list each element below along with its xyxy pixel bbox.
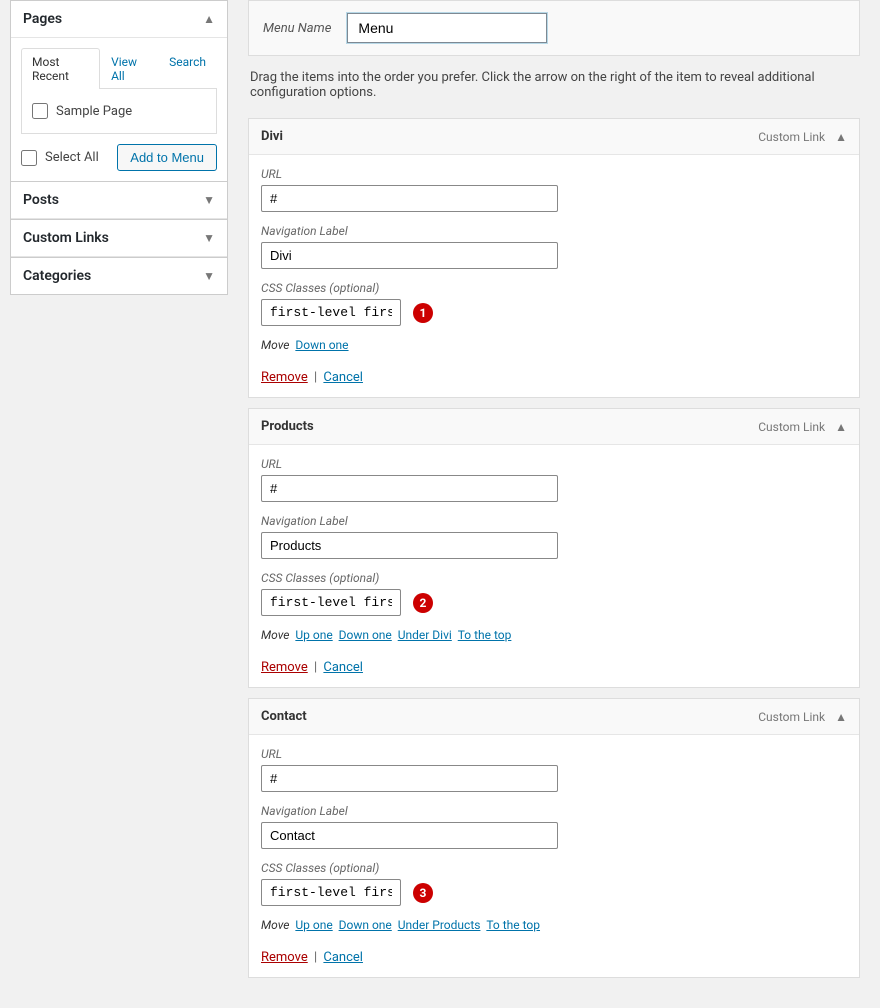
chevron-up-icon: ▲	[835, 130, 847, 144]
menu-item: Products Custom Link ▲ URL Navigation La…	[248, 408, 860, 688]
sidebar-panel-custom-links-title: Custom Links	[23, 230, 109, 246]
menu-item-title: Contact	[261, 709, 307, 724]
nav-label-label: Navigation Label	[261, 514, 847, 528]
separator: |	[314, 660, 317, 675]
css-classes-input[interactable]	[261, 879, 401, 906]
menu-name-input[interactable]	[347, 13, 547, 43]
separator: |	[314, 370, 317, 385]
move-label: Move	[261, 918, 289, 932]
cancel-link[interactable]: Cancel	[323, 950, 363, 965]
nav-label-input[interactable]	[261, 242, 558, 269]
move-row: Move Up one Down one Under Divi To the t…	[261, 628, 847, 642]
cancel-link[interactable]: Cancel	[323, 660, 363, 675]
url-input[interactable]	[261, 475, 558, 502]
tab-search[interactable]: Search	[158, 48, 217, 89]
tab-most-recent[interactable]: Most Recent	[21, 48, 100, 89]
move-link[interactable]: Down one	[295, 338, 348, 352]
sidebar-panel-categories-title: Categories	[23, 268, 91, 284]
css-classes-label: CSS Classes (optional)	[261, 571, 847, 585]
move-label: Move	[261, 338, 289, 352]
remove-link[interactable]: Remove	[261, 370, 308, 385]
menu-item: Contact Custom Link ▲ URL Navigation Lab…	[248, 698, 860, 978]
sidebar-panel-categories: Categories ▼	[10, 258, 228, 295]
menu-item-type: Custom Link	[758, 420, 825, 434]
move-link[interactable]: To the top	[458, 628, 512, 642]
pages-tabs: Most Recent View All Search	[21, 48, 217, 89]
sidebar-panel-posts-head[interactable]: Posts ▼	[11, 182, 227, 219]
move-link[interactable]: Down one	[339, 628, 392, 642]
menu-item-head[interactable]: Contact Custom Link ▲	[249, 699, 859, 735]
css-classes-label: CSS Classes (optional)	[261, 281, 847, 295]
instruction-text: Drag the items into the order you prefer…	[250, 70, 858, 100]
select-all-label: Select All	[45, 150, 99, 165]
move-row: Move Up one Down one Under Products To t…	[261, 918, 847, 932]
url-label: URL	[261, 167, 847, 181]
sidebar-panel-custom-links: Custom Links ▼	[10, 220, 228, 258]
remove-link[interactable]: Remove	[261, 950, 308, 965]
page-item-sample-label: Sample Page	[56, 104, 132, 119]
sidebar-panel-categories-head[interactable]: Categories ▼	[11, 258, 227, 294]
menu-item-head[interactable]: Products Custom Link ▲	[249, 409, 859, 445]
move-link[interactable]: Under Divi	[398, 628, 452, 642]
sidebar-panel-pages-head[interactable]: Pages ▲	[11, 1, 227, 38]
cancel-link[interactable]: Cancel	[323, 370, 363, 385]
annotation-badge: 1	[413, 303, 433, 323]
chevron-up-icon: ▲	[835, 420, 847, 434]
nav-label-label: Navigation Label	[261, 804, 847, 818]
chevron-down-icon: ▼	[203, 269, 215, 283]
select-all-check[interactable]	[21, 150, 37, 166]
menu-name-row: Menu Name	[248, 0, 860, 56]
menu-item: Divi Custom Link ▲ URL Navigation Label …	[248, 118, 860, 398]
menu-item-type: Custom Link	[758, 710, 825, 724]
pages-tab-body: Sample Page	[21, 89, 217, 134]
menu-item-type: Custom Link	[758, 130, 825, 144]
annotation-badge: 3	[413, 883, 433, 903]
sidebar-panel-custom-links-head[interactable]: Custom Links ▼	[11, 220, 227, 257]
nav-label-input[interactable]	[261, 822, 558, 849]
move-link[interactable]: Up one	[295, 918, 332, 932]
move-link[interactable]: Under Products	[398, 918, 481, 932]
sidebar-panel-pages-title: Pages	[23, 11, 62, 27]
menu-name-label: Menu Name	[263, 21, 331, 36]
chevron-up-icon: ▲	[203, 12, 215, 26]
sidebar-panel-pages: Pages ▲ Most Recent View All Search Samp…	[10, 0, 228, 182]
nav-label-input[interactable]	[261, 532, 558, 559]
css-classes-input[interactable]	[261, 299, 401, 326]
url-input[interactable]	[261, 185, 558, 212]
url-label: URL	[261, 747, 847, 761]
css-classes-label: CSS Classes (optional)	[261, 861, 847, 875]
move-row: Move Down one	[261, 338, 847, 352]
chevron-down-icon: ▼	[203, 193, 215, 207]
url-label: URL	[261, 457, 847, 471]
move-link[interactable]: Down one	[339, 918, 392, 932]
move-link[interactable]: Up one	[295, 628, 332, 642]
chevron-up-icon: ▲	[835, 710, 847, 724]
menu-item-title: Products	[261, 419, 314, 434]
annotation-badge: 2	[413, 593, 433, 613]
add-to-menu-button[interactable]: Add to Menu	[117, 144, 217, 171]
chevron-down-icon: ▼	[203, 231, 215, 245]
menu-item-head[interactable]: Divi Custom Link ▲	[249, 119, 859, 155]
page-item-sample-check[interactable]	[32, 103, 48, 119]
css-classes-input[interactable]	[261, 589, 401, 616]
url-input[interactable]	[261, 765, 558, 792]
select-all-row[interactable]: Select All	[21, 146, 99, 170]
move-label: Move	[261, 628, 289, 642]
move-link[interactable]: To the top	[486, 918, 540, 932]
separator: |	[314, 950, 317, 965]
tab-view-all[interactable]: View All	[100, 48, 158, 89]
sidebar-panel-posts-title: Posts	[23, 192, 59, 208]
menu-item-title: Divi	[261, 129, 283, 144]
remove-link[interactable]: Remove	[261, 660, 308, 675]
nav-label-label: Navigation Label	[261, 224, 847, 238]
sidebar-panel-posts: Posts ▼	[10, 182, 228, 220]
page-item-sample[interactable]: Sample Page	[32, 99, 206, 123]
